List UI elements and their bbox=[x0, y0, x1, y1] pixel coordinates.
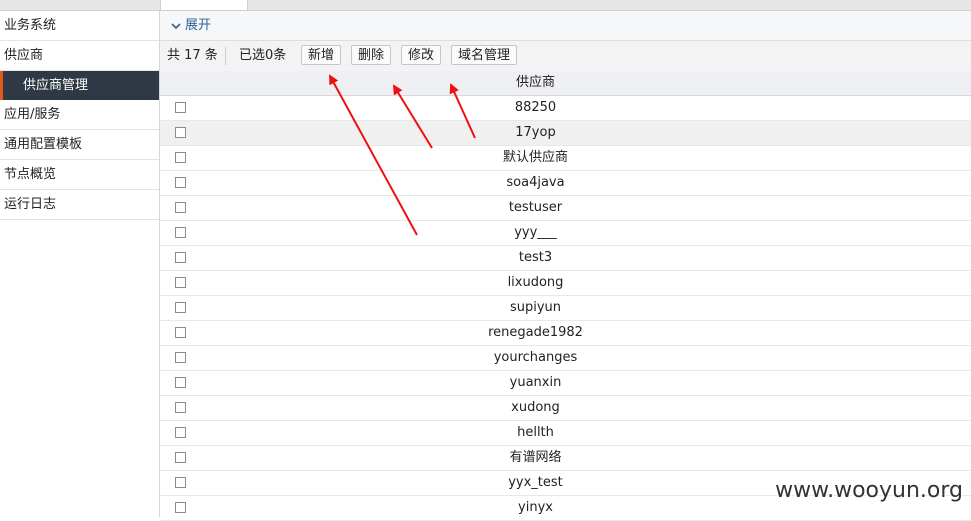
table-row[interactable]: yuanxin bbox=[160, 371, 971, 396]
sidebar-item-supplier[interactable]: 供应商 bbox=[0, 41, 159, 71]
supplier-name: hellth bbox=[517, 425, 554, 440]
table-row[interactable]: yourchanges bbox=[160, 346, 971, 371]
table-row[interactable]: lixudong bbox=[160, 271, 971, 296]
supplier-name: 默认供应商 bbox=[502, 150, 568, 165]
supplier-name: 有谱网络 bbox=[509, 450, 562, 465]
top-tab-strip bbox=[0, 0, 971, 11]
supplier-name: soa4java bbox=[506, 175, 565, 190]
supplier-name: 88250 bbox=[514, 100, 557, 115]
table-row[interactable]: 默认供应商 bbox=[160, 146, 971, 171]
supplier-name: 17yop bbox=[515, 125, 556, 140]
total-count: 共 17 条 bbox=[167, 48, 218, 63]
active-top-tab[interactable] bbox=[160, 0, 248, 10]
main-panel: 展开 共 17 条 已选0条 新增 删除 修改 域名管理 供应商 88250 1… bbox=[160, 11, 971, 521]
supplier-name: yyy___ bbox=[514, 225, 557, 240]
table-row[interactable]: yyy___ bbox=[160, 221, 971, 246]
supplier-name: xudong bbox=[511, 400, 560, 415]
chevron-down-icon bbox=[171, 22, 181, 29]
table-row[interactable]: 有谱网络 bbox=[160, 446, 971, 471]
domain-management-button[interactable]: 域名管理 bbox=[451, 45, 518, 65]
supplier-table: 供应商 88250 17yop 默认供应商 soa4java testuser … bbox=[160, 71, 971, 521]
sidebar-item-business-system[interactable]: 业务系统 bbox=[0, 11, 159, 41]
toolbar-divider bbox=[225, 47, 226, 65]
delete-button[interactable]: 删除 bbox=[351, 45, 392, 65]
supplier-name: testuser bbox=[508, 200, 563, 215]
table-row[interactable]: 17yop bbox=[160, 121, 971, 146]
supplier-name: lixudong bbox=[507, 275, 564, 290]
supplier-name: yuanxin bbox=[509, 375, 562, 390]
add-button[interactable]: 新增 bbox=[301, 45, 342, 65]
table-header: 供应商 bbox=[160, 71, 971, 96]
table-row[interactable]: supiyun bbox=[160, 296, 971, 321]
table-row[interactable]: testuser bbox=[160, 196, 971, 221]
toolbar: 共 17 条 已选0条 新增 删除 修改 域名管理 bbox=[160, 41, 971, 72]
selected-count: 已选0条 bbox=[239, 48, 287, 63]
table-row[interactable]: 88250 bbox=[160, 96, 971, 121]
supplier-name: test3 bbox=[518, 250, 553, 265]
expand-label: 展开 bbox=[185, 18, 212, 33]
supplier-name: renegade1982 bbox=[488, 325, 583, 340]
table-row[interactable]: renegade1982 bbox=[160, 321, 971, 346]
table-row[interactable]: test3 bbox=[160, 246, 971, 271]
supplier-name: yourchanges bbox=[493, 350, 578, 365]
table-row[interactable]: soa4java bbox=[160, 171, 971, 196]
supplier-name: supiyun bbox=[509, 300, 562, 315]
table-row[interactable]: xudong bbox=[160, 396, 971, 421]
watermark: www.wooyun.org bbox=[775, 478, 963, 503]
table-row[interactable]: hellth bbox=[160, 421, 971, 446]
edit-button[interactable]: 修改 bbox=[401, 45, 442, 65]
column-header-supplier: 供应商 bbox=[515, 75, 555, 90]
expand-toggle[interactable]: 展开 bbox=[160, 11, 971, 41]
